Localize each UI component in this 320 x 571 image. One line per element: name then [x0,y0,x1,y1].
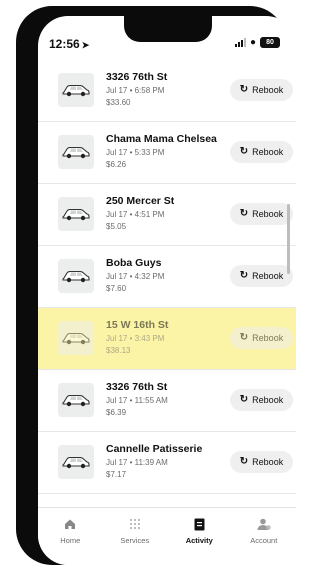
ride-datetime: Jul 17 • 5:33 PM [106,148,165,157]
battery-icon: 80 [260,37,280,48]
ride-destination: Chama Mama Chelsea [106,133,217,145]
grid-icon [103,516,168,532]
ride-price: $5.05 [106,222,127,231]
car-icon [58,259,94,293]
tab-services[interactable]: Services [103,508,168,565]
ride-row[interactable]: Cannelle Patisserie Jul 17 • 11:39 AM $7.1… [38,432,296,494]
tab-home[interactable]: Home [38,508,103,565]
rebook-button[interactable]: ↻ Rebook [230,203,293,225]
ride-price: $6.39 [106,408,127,417]
rebook-label: Rebook [252,333,284,343]
ride-destination: 3326 76th St [106,71,168,83]
car-icon [58,383,94,417]
ride-price: $6.26 [106,160,127,169]
rebook-icon: ↻ [239,456,249,467]
rebook-label: Rebook [252,85,284,95]
ride-datetime: Jul 17 • 6:58 PM [106,86,165,95]
rebook-icon: ↻ [239,394,249,405]
system-indicators: ● 80 [234,36,280,48]
rebook-icon: ↻ [239,208,249,219]
rebook-icon: ↻ [239,332,249,343]
ride-destination: 250 Mercer St [106,195,175,207]
tab-label: Home [60,536,81,545]
tab-label: Services [120,536,150,545]
wifi-icon: ● [249,36,256,48]
rebook-button[interactable]: ↻ Rebook [230,451,293,473]
ride-row[interactable]: Boba Guys Jul 17 • 4:32 PM $7.60 ↻ Rebook [38,246,296,308]
car-icon [58,73,94,107]
tab-bar: Home Services Activity Account [38,507,296,565]
rebook-button[interactable]: ↻ Rebook [230,389,293,411]
ride-destination: Boba Guys [106,257,162,269]
car-icon [58,197,94,231]
ride-price: $38.13 [106,346,131,355]
ride-destination: 3326 76th St [106,381,168,393]
rebook-icon: ↻ [239,146,249,157]
ride-row[interactable]: 250 Mercer St Jul 17 • 4:51 PM $5.05 ↻ Reboo… [38,184,296,246]
person-icon [232,516,297,532]
ride-datetime: Jul 17 • 3:43 PM [106,334,165,343]
tab-label: Account [250,536,278,545]
home-icon [38,516,103,532]
rebook-button[interactable]: ↻ Rebook [230,141,293,163]
scrollbar[interactable] [287,204,290,274]
tab-account[interactable]: Account [232,508,297,565]
ride-datetime: Jul 17 • 4:32 PM [106,272,165,281]
car-icon [58,445,94,479]
ride-row[interactable]: 15 W 16th St Jul 17 • 3:43 PM $38.13 ↻ Reboo… [38,308,296,370]
rebook-button[interactable]: ↻ Rebook [230,265,293,287]
rebook-label: Rebook [252,395,284,405]
car-icon [58,321,94,355]
ride-datetime: Jul 17 • 4:51 PM [106,210,165,219]
rebook-label: Rebook [252,147,284,157]
tab-label: Activity [185,536,213,545]
ride-destination: Cannelle Patisserie [106,443,203,455]
rebook-icon: ↻ [239,270,249,281]
ride-row[interactable]: 3326 76th St Jul 17 • 11:55 AM $6.39 ↻ Reboo… [38,370,296,432]
ride-price: $7.17 [106,470,127,479]
ride-datetime: Jul 17 • 11:55 AM [106,396,168,405]
activity-list[interactable]: 3326 76th St Jul 17 • 6:58 PM $33.60 ↻ Reboo… [38,60,296,507]
ride-row[interactable]: 3326 76th St Jul 17 • 6:58 PM $33.60 ↻ Reboo… [38,60,296,122]
signal-icon [234,38,246,47]
rebook-button[interactable]: ↻ Rebook [230,327,293,349]
receipt-icon [167,516,232,532]
rebook-label: Rebook [252,209,284,219]
ride-price: $33.60 [106,98,131,107]
tab-activity[interactable]: Activity [167,508,232,565]
status-time: 12:56 ➤ [49,37,90,51]
notch [124,16,212,42]
car-icon [58,135,94,169]
location-arrow-icon: ➤ [81,40,90,50]
ride-datetime: Jul 17 • 11:39 AM [106,458,168,467]
rebook-label: Rebook [252,457,284,467]
rebook-label: Rebook [252,271,284,281]
phone-screen: 12:56 ➤ ● 80 3326 76th St Jul 17 • 6:58 PM… [38,16,296,565]
ride-row[interactable]: Chama Mama Chelsea Jul 17 • 5:33 PM $6.26 ↻… [38,122,296,184]
ride-destination: 15 W 16th St [106,319,169,331]
rebook-button[interactable]: ↻ Rebook [230,79,293,101]
ride-price: $7.60 [106,284,127,293]
rebook-icon: ↻ [239,84,249,95]
